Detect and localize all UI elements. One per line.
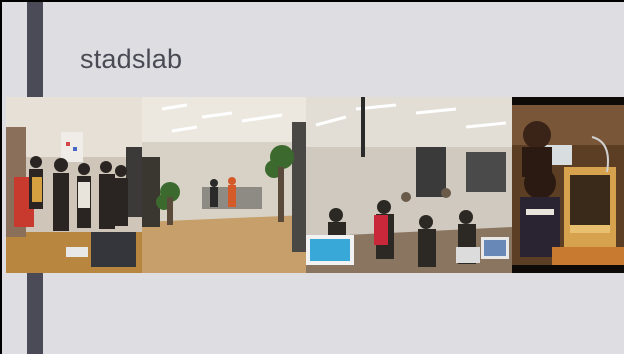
- busy-lab-photo: [306, 97, 512, 273]
- workshop-people-photo: [6, 97, 142, 273]
- 3d-printer-photo: [512, 97, 624, 273]
- slide-title: stadslab: [80, 44, 183, 74]
- open-office-photo: [142, 97, 306, 273]
- presentation-slide: stadslab: [2, 2, 624, 354]
- photo-strip: [6, 97, 624, 273]
